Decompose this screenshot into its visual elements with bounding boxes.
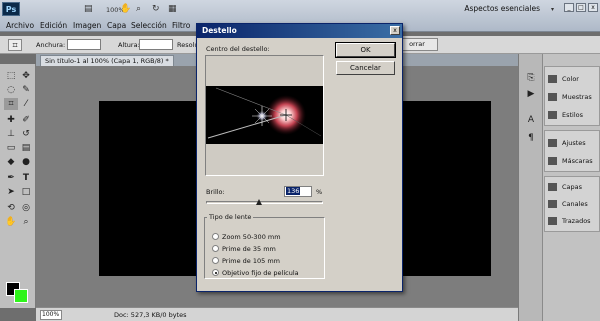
adjustments-panel-group: Ajustes Máscaras: [544, 130, 600, 172]
panel-paths[interactable]: Trazados: [548, 215, 591, 227]
lens-option-movie-prime[interactable]: Objetivo fijo de película: [212, 268, 299, 278]
menu-filtro[interactable]: Filtro: [172, 21, 190, 30]
channels-icon: [548, 200, 557, 208]
eyedropper-icon[interactable]: ⁄: [19, 98, 33, 110]
panel-swatches[interactable]: Muestras: [548, 91, 592, 103]
lens-option-105mm[interactable]: Prime de 105 mm: [212, 256, 280, 266]
lens-option-35mm[interactable]: Prime de 35 mm: [212, 244, 276, 254]
masks-icon: [548, 157, 557, 165]
actions-panel-icon[interactable]: ▶: [524, 88, 538, 100]
status-zoom-field[interactable]: 100%: [40, 310, 62, 320]
status-bar: 100% Doc: 527,3 KB/0 bytes: [36, 307, 518, 321]
width-field[interactable]: [67, 39, 101, 50]
color-icon: [548, 75, 557, 83]
adjustments-icon: [548, 139, 557, 147]
brightness-label: Brillo:: [206, 188, 225, 196]
document-info[interactable]: Doc: 527,3 KB/0 bytes: [114, 311, 187, 319]
panel-channels[interactable]: Canales: [548, 198, 588, 210]
close-button[interactable]: x: [588, 3, 598, 12]
background-color-swatch[interactable]: [14, 289, 28, 303]
maximize-button[interactable]: □: [576, 3, 586, 12]
cancel-button[interactable]: Cancelar: [336, 61, 395, 75]
document-tab[interactable]: Sin título-1 al 100% (Capa 1, RGB/8) *: [40, 55, 174, 66]
lens-type-label: Tipo de lente: [207, 213, 254, 221]
panel-styles[interactable]: Estilos: [548, 109, 583, 121]
paths-icon: [548, 217, 557, 225]
gradient-tool-icon[interactable]: ▤: [19, 142, 33, 154]
document-icon[interactable]: ▤: [84, 4, 93, 14]
chevron-down-icon[interactable]: ▾: [551, 6, 554, 13]
eraser-icon[interactable]: ▭: [4, 142, 18, 154]
brightness-input[interactable]: 136: [284, 186, 312, 197]
minimize-button[interactable]: _: [564, 3, 574, 12]
lens-option-zoom[interactable]: Zoom 50-300 mm: [212, 232, 281, 242]
flare-preview-image[interactable]: [206, 86, 323, 144]
crop-tool-preset-icon[interactable]: ⌗: [8, 39, 22, 51]
color-panel-group: Color Muestras Estilos: [544, 66, 600, 126]
dodge-tool-icon[interactable]: ●: [19, 156, 33, 168]
brightness-unit: %: [316, 188, 323, 196]
width-label: Anchura:: [36, 41, 66, 49]
clone-stamp-icon[interactable]: ⊥: [4, 128, 18, 140]
radio-button[interactable]: [212, 257, 219, 264]
crop-tool-icon[interactable]: ⌗: [4, 98, 18, 110]
pen-tool-icon[interactable]: ✒: [4, 172, 18, 184]
menu-seleccion[interactable]: Selección: [131, 21, 167, 30]
3d-rotate-icon[interactable]: ⟲: [4, 202, 18, 214]
zoom-icon[interactable]: ⌕: [19, 216, 33, 228]
panel-dock: Color Muestras Estilos Ajustes Máscaras …: [542, 54, 600, 321]
paragraph-panel-icon[interactable]: ¶: [524, 132, 538, 144]
panel-icon-strip: ⎘ ▶ A ¶: [518, 54, 542, 321]
arrange-documents-icon[interactable]: ▦: [168, 4, 177, 14]
layers-panel-group: Capas Canales Trazados: [544, 176, 600, 232]
workspace-switcher[interactable]: Aspectos esenciales: [464, 4, 540, 13]
radio-button[interactable]: [212, 245, 219, 252]
rectangle-tool-icon[interactable]: □: [19, 186, 33, 198]
zoom-tool-icon[interactable]: ⌕: [136, 4, 141, 14]
lens-flare-dialog: Destello x Centro del destello: OK Cance…: [196, 23, 403, 292]
blur-tool-icon[interactable]: ◆: [4, 156, 18, 168]
quick-selection-icon[interactable]: ✎: [19, 84, 33, 96]
healing-brush-icon[interactable]: ✚: [4, 114, 18, 126]
history-brush-icon[interactable]: ↺: [19, 128, 33, 140]
history-panel-icon[interactable]: ⎘: [524, 72, 538, 84]
styles-icon: [548, 111, 557, 119]
menu-imagen[interactable]: Imagen: [73, 21, 101, 30]
dialog-close-button[interactable]: x: [390, 26, 400, 35]
menu-archivo[interactable]: Archivo: [6, 21, 34, 30]
layers-icon: [548, 183, 557, 191]
hand-icon[interactable]: ✋: [4, 216, 18, 228]
panel-layers[interactable]: Capas: [548, 181, 582, 193]
radio-button[interactable]: [212, 233, 219, 240]
toolbox: ⬚ ✥ ◌ ✎ ⌗ ⁄ ✚ ✐ ⊥ ↺ ▭ ▤ ◆ ● ✒ T ➤ □ ⟲ ◎ …: [0, 64, 36, 308]
photoshop-logo: Ps: [2, 2, 20, 16]
swatches-icon: [548, 93, 557, 101]
radio-button-selected[interactable]: [212, 269, 219, 276]
flare-center-preview[interactable]: [205, 55, 324, 176]
flare-center-label: Centro del destello:: [206, 45, 270, 53]
brightness-slider-track[interactable]: [206, 201, 323, 204]
character-panel-icon[interactable]: A: [524, 114, 538, 126]
ok-button[interactable]: OK: [335, 42, 396, 58]
type-tool-icon[interactable]: T: [19, 172, 33, 184]
path-selection-icon[interactable]: ➤: [4, 186, 18, 198]
brightness-slider-thumb[interactable]: [255, 199, 262, 205]
dialog-title: Destello: [197, 24, 402, 38]
hand-tool-icon[interactable]: ✋: [120, 4, 131, 14]
menu-capa[interactable]: Capa: [107, 21, 126, 30]
panel-masks[interactable]: Máscaras: [548, 155, 593, 167]
brightness-value: 136: [286, 187, 301, 195]
rotate-view-icon[interactable]: ↻: [152, 4, 160, 14]
menu-edicion[interactable]: Edición: [40, 21, 67, 30]
marquee-tool-icon[interactable]: ⬚: [4, 70, 18, 82]
brush-tool-icon[interactable]: ✐: [19, 114, 33, 126]
3d-orbit-icon[interactable]: ◎: [19, 202, 33, 214]
height-field[interactable]: [139, 39, 173, 50]
panel-color[interactable]: Color: [548, 73, 579, 85]
panel-adjustments[interactable]: Ajustes: [548, 137, 586, 149]
height-label: Altura:: [118, 41, 140, 49]
lasso-tool-icon[interactable]: ◌: [4, 84, 18, 96]
move-tool-icon[interactable]: ✥: [19, 70, 33, 82]
